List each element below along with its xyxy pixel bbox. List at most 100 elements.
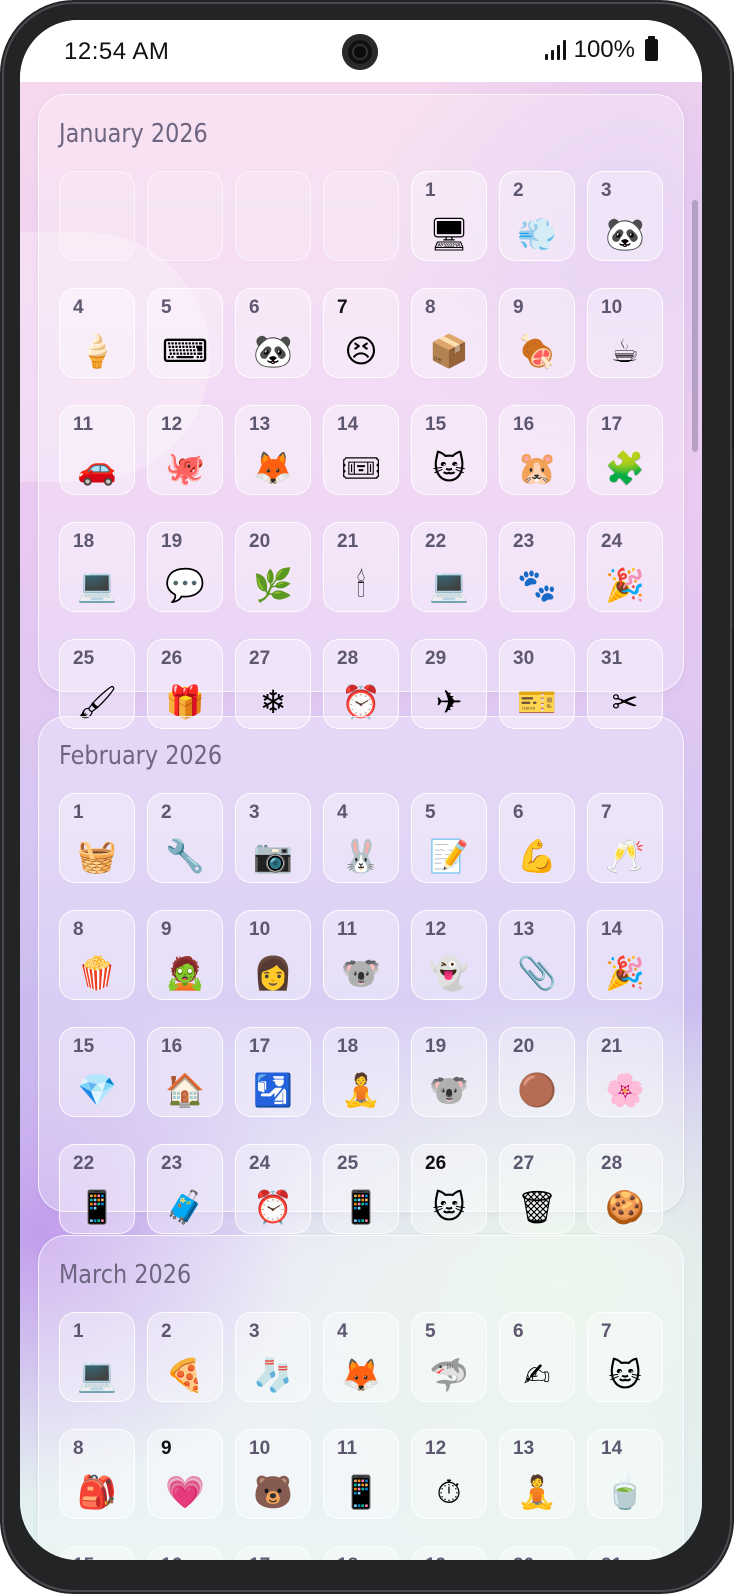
day-cell[interactable]: 17 bbox=[235, 1546, 311, 1560]
day-cell[interactable]: 15 🐱 bbox=[411, 405, 487, 495]
day-number: 25 bbox=[73, 648, 95, 669]
brown-splash-icon: 🟤 bbox=[517, 1071, 557, 1109]
day-cell[interactable]: 8 🍿 bbox=[59, 910, 135, 1000]
day-cell[interactable]: 22 📱 bbox=[59, 1144, 135, 1234]
day-number: 15 bbox=[73, 1555, 94, 1560]
day-cell[interactable]: 26 🐱 bbox=[411, 1144, 487, 1234]
day-number: 18 bbox=[337, 1036, 359, 1057]
day-number: 29 bbox=[425, 648, 447, 669]
day-cell[interactable]: 9 🧟 bbox=[147, 910, 223, 1000]
day-cell[interactable]: 10 ☕ bbox=[587, 288, 663, 378]
day-cell[interactable]: 18 bbox=[323, 1546, 399, 1560]
day-cell[interactable]: 1 💻 bbox=[59, 1312, 135, 1402]
day-cell[interactable]: 23 🐾 bbox=[499, 522, 575, 612]
scrollbar[interactable] bbox=[692, 200, 698, 452]
day-cell[interactable]: 2 🔧 bbox=[147, 793, 223, 883]
day-cell[interactable]: 3 🐼 bbox=[587, 171, 663, 261]
laptop-girl-icon: 💻 bbox=[429, 566, 469, 604]
day-cell[interactable]: 9 🍖 bbox=[499, 288, 575, 378]
day-cell[interactable]: 14 🎟 bbox=[323, 405, 399, 495]
day-number: 25 bbox=[337, 1153, 359, 1174]
girl-at-desk-icon: 💻 bbox=[77, 566, 117, 604]
day-cell[interactable]: 5 ⌨ bbox=[147, 288, 223, 378]
day-number: 30 bbox=[513, 648, 535, 669]
day-cell[interactable]: 27 🗑 bbox=[499, 1144, 575, 1234]
koala-icon: 🐨 bbox=[341, 954, 381, 992]
day-cell[interactable]: 13 🦊 bbox=[235, 405, 311, 495]
day-number: 16 bbox=[161, 1036, 183, 1057]
day-cell[interactable]: 4 🐰 bbox=[323, 793, 399, 883]
day-cell[interactable]: 5 📝 bbox=[411, 793, 487, 883]
day-cell[interactable]: 19 🐨 bbox=[411, 1027, 487, 1117]
day-cell[interactable]: 10 👩 bbox=[235, 910, 311, 1000]
day-cell[interactable]: 13 📎 bbox=[499, 910, 575, 1000]
day-number: 14 bbox=[601, 919, 623, 940]
day-cell[interactable]: 16 🐹 bbox=[499, 405, 575, 495]
day-cell[interactable]: 6 💪 bbox=[499, 793, 575, 883]
day-cell[interactable]: 14 🍵 bbox=[587, 1429, 663, 1519]
day-cell[interactable]: 1 🧺 bbox=[59, 793, 135, 883]
day-cell[interactable]: 11 📱 bbox=[323, 1429, 399, 1519]
day-cell[interactable]: 9 💗 bbox=[147, 1429, 223, 1519]
day-cell[interactable]: 8 🎒 bbox=[59, 1429, 135, 1519]
day-number: 10 bbox=[249, 919, 271, 940]
day-cell[interactable]: 20 🌿 bbox=[235, 522, 311, 612]
day-number: 19 bbox=[425, 1555, 446, 1560]
day-cell[interactable]: 2 💨 bbox=[499, 171, 575, 261]
power-button bbox=[730, 628, 734, 720]
day-cell[interactable]: 23 🧳 bbox=[147, 1144, 223, 1234]
day-cell[interactable]: 16 🏠 bbox=[147, 1027, 223, 1117]
day-cell[interactable]: 20 bbox=[499, 1546, 575, 1560]
day-cell[interactable]: 18 💻 bbox=[59, 522, 135, 612]
day-cell[interactable]: 13 🧘 bbox=[499, 1429, 575, 1519]
day-cell[interactable]: 25 📱 bbox=[323, 1144, 399, 1234]
day-number: 5 bbox=[425, 802, 436, 823]
day-cell[interactable]: 15 bbox=[59, 1546, 135, 1560]
day-cell[interactable]: 4 🦊 bbox=[323, 1312, 399, 1402]
day-cell[interactable]: 17 🧩 bbox=[587, 405, 663, 495]
day-cell[interactable]: 24 ⏰ bbox=[235, 1144, 311, 1234]
day-cell[interactable]: 11 🚗 bbox=[59, 405, 135, 495]
day-cell[interactable]: 10 🐻 bbox=[235, 1429, 311, 1519]
day-cell[interactable]: 1 🖥 bbox=[411, 171, 487, 261]
day-cell[interactable]: 17 🛂 bbox=[235, 1027, 311, 1117]
day-cell[interactable]: 19 bbox=[411, 1546, 487, 1560]
day-cell[interactable]: 8 📦 bbox=[411, 288, 487, 378]
day-cell[interactable]: 11 🐨 bbox=[323, 910, 399, 1000]
day-cell[interactable]: 3 🧦 bbox=[235, 1312, 311, 1402]
day-cell[interactable]: 21 🌸 bbox=[587, 1027, 663, 1117]
calendar-scroll-view[interactable]: January 2026 1 🖥 2 💨 3 🐼 4 🍦 5 ⌨ 6 🐼 7 😣 8 📦 9 🍖 10 ☕ 11 🚗 12 🐙… bbox=[20, 82, 702, 1560]
day-cell[interactable]: 12 👻 bbox=[411, 910, 487, 1000]
day-number: 23 bbox=[513, 531, 535, 552]
day-cell[interactable]: 7 😣 bbox=[323, 288, 399, 378]
day-cell[interactable]: 24 🎉 bbox=[587, 522, 663, 612]
day-cell[interactable]: 15 💎 bbox=[59, 1027, 135, 1117]
day-cell[interactable]: 19 💬 bbox=[147, 522, 223, 612]
day-cell[interactable]: 6 ✍ bbox=[499, 1312, 575, 1402]
day-cell[interactable]: 22 💻 bbox=[411, 522, 487, 612]
month-title: March 2026 bbox=[59, 1260, 192, 1290]
day-number: 12 bbox=[425, 919, 447, 940]
day-cell[interactable]: 21 🕯 bbox=[323, 522, 399, 612]
day-cell[interactable]: 6 🐼 bbox=[235, 288, 311, 378]
day-cell[interactable]: 2 🍕 bbox=[147, 1312, 223, 1402]
day-number: 28 bbox=[601, 1153, 623, 1174]
day-cell[interactable]: 7 🐱 bbox=[587, 1312, 663, 1402]
day-cell[interactable]: 12 🐙 bbox=[147, 405, 223, 495]
day-cell[interactable]: 16 bbox=[147, 1546, 223, 1560]
day-cell[interactable]: 5 🦈 bbox=[411, 1312, 487, 1402]
cat-heart-icon: 🐱 bbox=[608, 1356, 642, 1394]
day-cell[interactable]: 4 🍦 bbox=[59, 288, 135, 378]
day-number: 1 bbox=[425, 180, 436, 201]
day-cell[interactable]: 18 🧘 bbox=[323, 1027, 399, 1117]
day-cell[interactable]: 3 📷 bbox=[235, 793, 311, 883]
day-cell[interactable]: 14 🎉 bbox=[587, 910, 663, 1000]
day-cell[interactable]: 28 🍪 bbox=[587, 1144, 663, 1234]
day-cell[interactable]: 12 ⏱ bbox=[411, 1429, 487, 1519]
kitten-icon: 🐱 bbox=[432, 1188, 466, 1226]
day-cell[interactable]: 20 🟤 bbox=[499, 1027, 575, 1117]
day-cell[interactable]: 7 🥂 bbox=[587, 793, 663, 883]
day-cell[interactable]: 21 bbox=[587, 1546, 663, 1560]
koala-face-icon: 🐨 bbox=[429, 1071, 469, 1109]
month-card-march: March 2026 1 💻 2 🍕 3 🧦 4 🦊 5 🦈 6 ✍ 7 🐱 8 🎒 9 💗 10 🐻 11 📱 12 ⏱ 13… bbox=[38, 1235, 684, 1560]
